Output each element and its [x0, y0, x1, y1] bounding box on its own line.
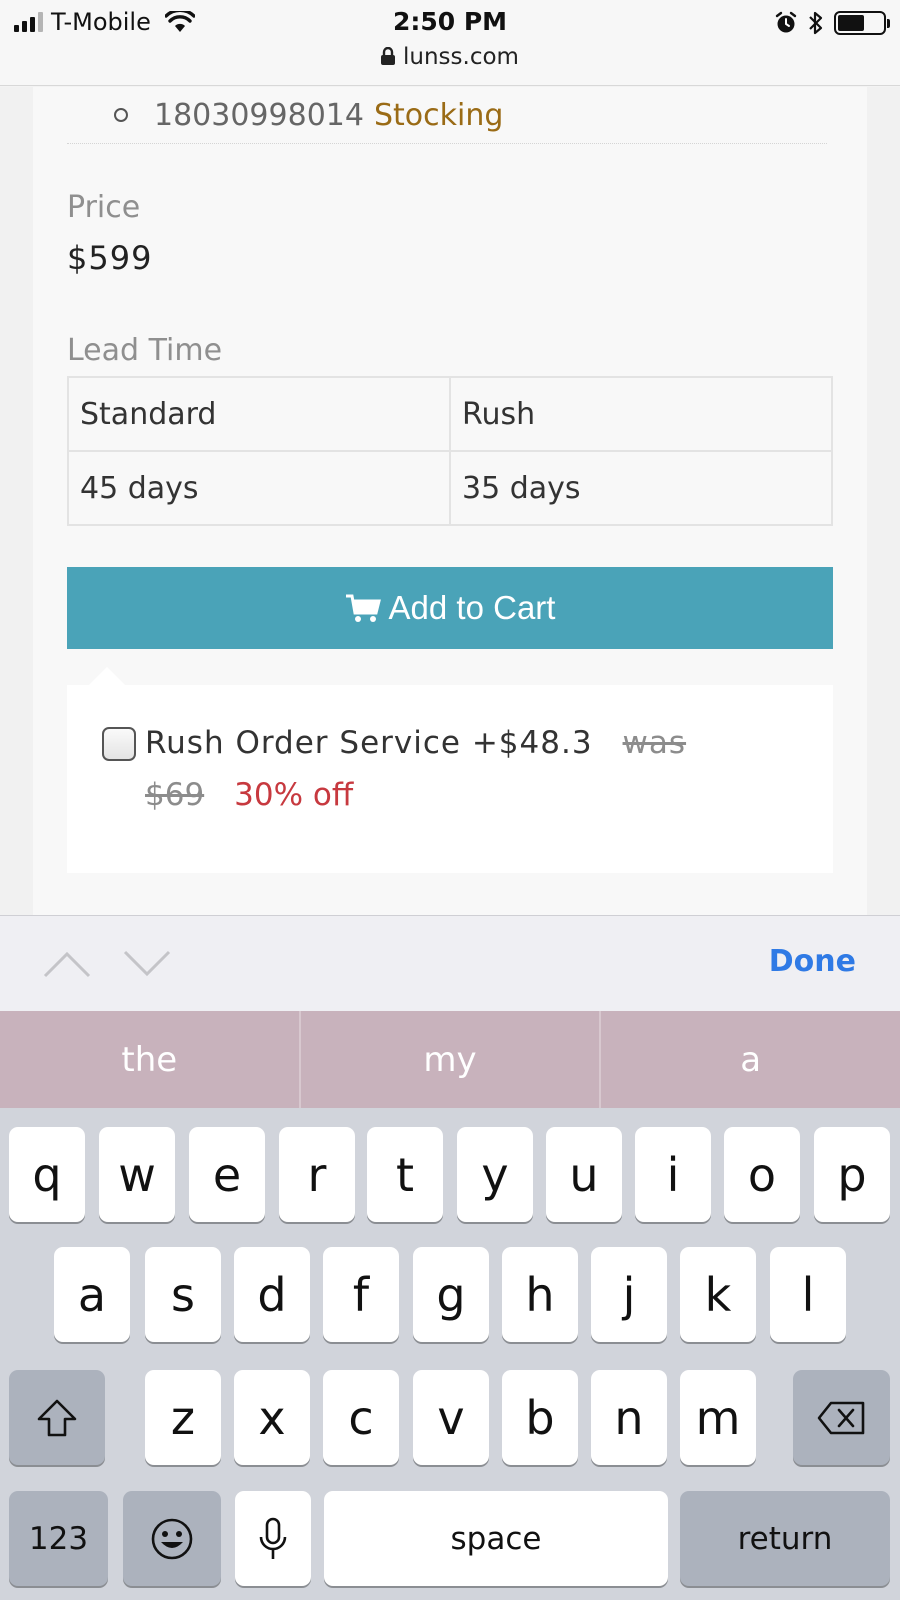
address-bar[interactable]: lunss.com	[0, 44, 900, 70]
emoji-key[interactable]	[123, 1491, 221, 1586]
lead-time-table: Standard Rush 45 days 35 days	[67, 376, 833, 526]
bullet-icon	[114, 108, 128, 122]
done-button[interactable]: Done	[769, 944, 856, 979]
numbers-key[interactable]: 123	[9, 1491, 108, 1586]
key[interactable]: x	[234, 1370, 310, 1465]
key[interactable]: a	[54, 1247, 130, 1342]
chevron-down-icon[interactable]	[122, 946, 172, 982]
page-content: 18030998014 Stocking Price $599 Lead Tim…	[0, 87, 900, 915]
key[interactable]: y	[457, 1127, 533, 1222]
rush-order-pricing: $69 30% off	[145, 777, 353, 813]
key[interactable]: f	[323, 1247, 399, 1342]
part-number-row: 18030998014 Stocking	[67, 87, 827, 144]
key[interactable]: h	[502, 1247, 578, 1342]
url-text: lunss.com	[403, 44, 519, 70]
shift-key[interactable]	[9, 1370, 105, 1465]
price-value: $599	[67, 239, 153, 277]
lock-icon	[381, 46, 396, 65]
alarm-icon	[775, 11, 797, 33]
status-right	[774, 10, 890, 36]
status-bar: T-Mobile 2:50 PM lunss.com	[0, 0, 900, 86]
delete-key[interactable]	[793, 1370, 890, 1465]
microphone-icon	[259, 1517, 287, 1559]
key[interactable]: e	[189, 1127, 265, 1222]
shift-icon	[37, 1399, 77, 1436]
key[interactable]: d	[234, 1247, 310, 1342]
key[interactable]: m	[680, 1370, 756, 1465]
was-label: was	[622, 725, 687, 761]
stock-status: Stocking	[373, 97, 504, 133]
table-header-cell: Rush	[449, 376, 833, 452]
suggestion-item[interactable]: my	[301, 1011, 602, 1108]
add-to-cart-button[interactable]: Add to Cart	[67, 567, 833, 649]
key[interactable]: j	[591, 1247, 667, 1342]
key[interactable]: c	[323, 1370, 399, 1465]
keyboard-accessory-bar: Done	[0, 915, 900, 1011]
cart-icon	[345, 594, 381, 622]
product-card: 18030998014 Stocking Price $599 Lead Tim…	[33, 87, 867, 915]
key[interactable]: w	[99, 1127, 175, 1222]
key[interactable]: l	[770, 1247, 846, 1342]
lead-time-label: Lead Time	[67, 333, 223, 368]
chevron-up-icon[interactable]	[42, 946, 92, 982]
bluetooth-icon	[809, 11, 823, 35]
keyboard: q w e r t y u i o p a s d f g h j k l z …	[0, 1108, 900, 1600]
key[interactable]: k	[680, 1247, 756, 1342]
rush-order-checkbox[interactable]	[102, 727, 136, 761]
key[interactable]: s	[145, 1247, 221, 1342]
table-cell: 35 days	[449, 450, 833, 526]
part-number: 18030998014	[154, 97, 364, 133]
table-row: 45 days 35 days	[67, 450, 833, 526]
table-header-row: Standard Rush	[67, 376, 833, 452]
key[interactable]: n	[591, 1370, 667, 1465]
table-header-cell: Standard	[67, 376, 451, 452]
key[interactable]: g	[413, 1247, 489, 1342]
rush-order-label: Rush Order Service +$48.3	[145, 725, 593, 761]
key[interactable]: b	[502, 1370, 578, 1465]
table-cell: 45 days	[67, 450, 451, 526]
microphone-key[interactable]	[235, 1491, 311, 1586]
predictive-bar: the my a	[0, 1011, 900, 1108]
battery-icon	[834, 11, 890, 35]
space-key[interactable]: space	[324, 1491, 668, 1586]
key[interactable]: z	[145, 1370, 221, 1465]
key[interactable]: i	[635, 1127, 711, 1222]
key[interactable]: q	[9, 1127, 85, 1222]
key[interactable]: u	[546, 1127, 622, 1222]
rush-order-line: Rush Order Service +$48.3 was	[145, 725, 686, 761]
return-key[interactable]: return	[680, 1491, 890, 1586]
suggestion-item[interactable]: the	[0, 1011, 301, 1108]
add-to-cart-label: Add to Cart	[388, 589, 556, 626]
emoji-icon	[151, 1518, 193, 1559]
suggestion-item[interactable]: a	[601, 1011, 900, 1108]
old-price: $69	[145, 777, 205, 813]
key[interactable]: v	[413, 1370, 489, 1465]
price-label: Price	[67, 190, 141, 225]
clock-time: 2:50 PM	[392, 7, 508, 36]
key[interactable]: p	[814, 1127, 890, 1222]
key[interactable]: r	[279, 1127, 355, 1222]
key[interactable]: o	[724, 1127, 800, 1222]
discount-badge: 30% off	[234, 777, 354, 813]
delete-icon	[817, 1401, 864, 1434]
rush-order-box: Rush Order Service +$48.3 was $69 30% off	[67, 667, 833, 873]
key[interactable]: t	[367, 1127, 443, 1222]
